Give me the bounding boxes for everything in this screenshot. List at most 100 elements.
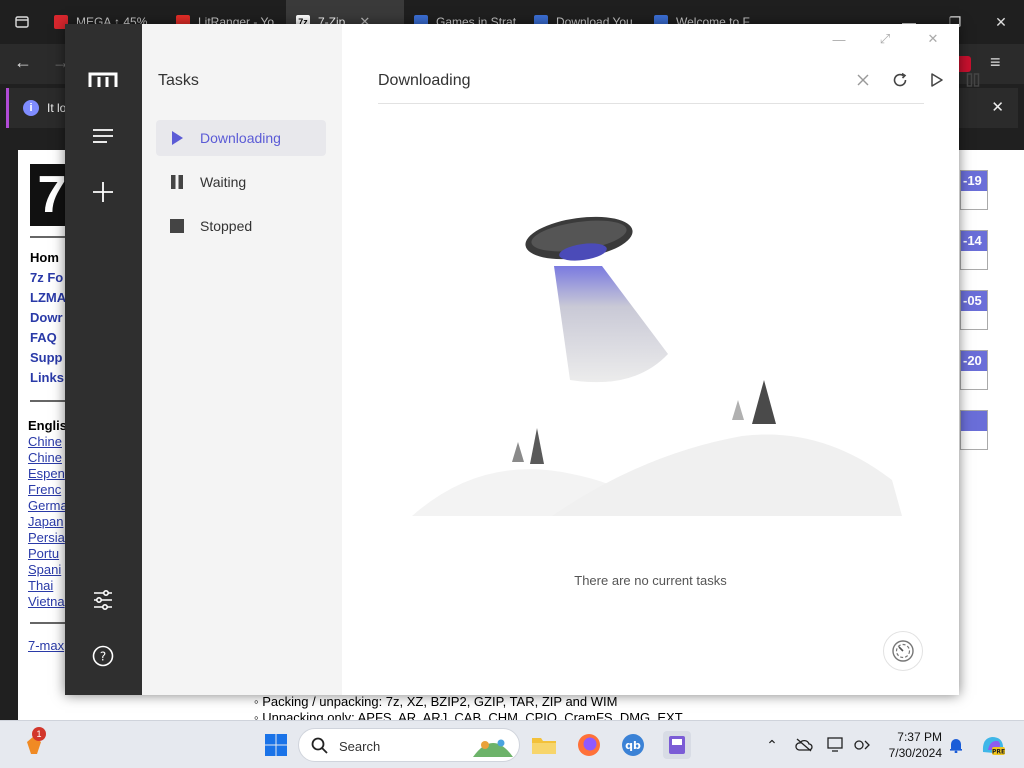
language-link[interactable]: Chine [28, 434, 68, 450]
svg-text:PRE: PRE [992, 749, 1005, 756]
svg-text:?: ? [100, 650, 106, 664]
search-icon [311, 737, 328, 754]
resume-all-button[interactable] [925, 68, 949, 92]
date-label: -20 [961, 351, 987, 371]
sidebar-item-label: Stopped [200, 218, 253, 234]
stop-icon [170, 219, 184, 233]
nav-link[interactable]: LZMA [30, 288, 66, 308]
help-icon[interactable]: ? [83, 636, 123, 676]
nav-link[interactable]: 7z Fo [30, 268, 66, 288]
windows-logo-icon [265, 734, 287, 756]
language-heading: Englis [28, 418, 68, 433]
notification-badge: 1 [32, 727, 46, 741]
system-clock[interactable]: 7:37 PM 7/30/2024 [880, 729, 942, 761]
onedrive-offline-icon[interactable] [794, 735, 814, 755]
language-link[interactable]: Japan [28, 514, 68, 530]
menu-icon[interactable] [83, 116, 123, 156]
play-icon [170, 131, 184, 145]
info-icon: i [23, 100, 39, 116]
language-link[interactable]: Germa [28, 498, 68, 514]
empty-state-illustration [412, 216, 902, 516]
sidebar-title: Tasks [158, 72, 199, 89]
network-icon[interactable] [852, 735, 872, 755]
close-browser-button[interactable]: ✕ [978, 0, 1024, 44]
nav-link[interactable]: Supp [30, 348, 66, 368]
feature-item: ◦ Packing / unpacking: 7z, XZ, BZIP2, GZ… [254, 694, 618, 709]
page-title: Downloading [378, 72, 471, 89]
qbittorrent-icon[interactable]: qb [619, 731, 647, 759]
tab-actions-button[interactable] [0, 0, 44, 44]
pause-icon [966, 73, 980, 87]
speed-limit-button[interactable] [883, 631, 923, 671]
minimize-window-button[interactable]: — [824, 28, 854, 50]
task-sidebar: Tasks Downloading Waiting Stopped [142, 24, 342, 695]
refresh-icon [893, 72, 907, 87]
header-divider [378, 103, 924, 104]
language-link[interactable]: Frenc [28, 482, 68, 498]
taskbar-search-box[interactable]: Search [298, 728, 520, 762]
date-label: -19 [961, 171, 987, 191]
sidebar-item-downloading[interactable]: Downloading [156, 120, 326, 156]
date-label: -05 [961, 291, 987, 311]
clock-time: 7:37 PM [897, 730, 942, 744]
nav-link[interactable]: Dowr [30, 308, 66, 328]
nav-link[interactable]: FAQ [30, 328, 66, 348]
site-nav: Hom 7z Fo LZMA Dowr FAQ Supp Links [30, 248, 66, 388]
language-link[interactable]: Espen [28, 466, 68, 482]
notification-bell-icon[interactable] [946, 735, 966, 755]
windows-taskbar: 1 Search qb ⌃ 7:37 PM 7/30/2024 PRE [0, 720, 1024, 768]
language-list: Englis Chine Chine Espen Frenc Germa Jap… [28, 418, 68, 610]
divider [30, 236, 70, 238]
date-label [961, 411, 987, 431]
app-rail: ? [65, 24, 142, 695]
menu-icon[interactable]: ≡ [990, 52, 1001, 73]
firefox-icon[interactable] [575, 731, 603, 759]
language-link[interactable]: Portu [28, 546, 68, 562]
pause-icon [170, 175, 184, 189]
nav-link[interactable]: Hom [30, 248, 66, 268]
info-text: It lo [47, 101, 67, 115]
display-icon[interactable] [826, 735, 846, 755]
date-box: -05 [960, 290, 988, 330]
file-explorer-icon[interactable] [530, 731, 558, 759]
language-link[interactable]: Persia [28, 530, 68, 546]
nav-link[interactable]: Links [30, 368, 66, 388]
date-label: -14 [961, 231, 987, 251]
sidebar-item-label: Downloading [200, 130, 281, 146]
pause-all-button[interactable] [961, 68, 985, 92]
task-list-panel: — ⤢ ✕ Downloading There are no current t… [342, 24, 980, 695]
tab-actions-icon [15, 16, 29, 28]
date-box: -20 [960, 350, 988, 390]
clock-date: 7/30/2024 [888, 746, 942, 760]
7max-link[interactable]: 7-max [28, 638, 64, 653]
start-button[interactable] [262, 731, 290, 759]
date-box: -19 [960, 170, 988, 210]
date-box: -14 [960, 230, 988, 270]
sidebar-item-stopped[interactable]: Stopped [156, 208, 326, 244]
close-window-button[interactable]: ✕ [918, 28, 948, 50]
add-task-icon[interactable] [83, 172, 123, 212]
language-link[interactable]: Thai [28, 578, 68, 594]
copilot-icon[interactable]: PRE [980, 735, 1006, 756]
delete-tasks-button[interactable] [851, 68, 875, 92]
speedometer-icon [892, 640, 914, 662]
language-link[interactable]: Spani [28, 562, 68, 578]
back-arrow-icon[interactable]: ← [14, 52, 32, 73]
language-link[interactable]: Vietna [28, 594, 68, 610]
maximize-window-button[interactable]: ⤢ [870, 28, 900, 50]
sidebar-item-label: Waiting [200, 174, 247, 190]
language-link[interactable]: Chine [28, 450, 68, 466]
preferences-icon[interactable] [83, 580, 123, 620]
sidebar-item-waiting[interactable]: Waiting [156, 164, 326, 200]
play-icon [931, 73, 943, 87]
empty-state-text: There are no current tasks [574, 573, 727, 588]
search-label: Search [339, 739, 381, 754]
divider [30, 622, 70, 624]
download-manager-window: ? Tasks Downloading Waiting Stopped — ⤢ … [65, 24, 980, 695]
refresh-button[interactable] [888, 68, 912, 92]
info-close-icon[interactable]: ✕ [991, 98, 1004, 116]
divider [30, 400, 70, 402]
date-box [960, 410, 988, 450]
show-hidden-icons-chevron-icon[interactable]: ⌃ [762, 735, 782, 755]
download-manager-taskbar-icon[interactable] [663, 731, 691, 759]
